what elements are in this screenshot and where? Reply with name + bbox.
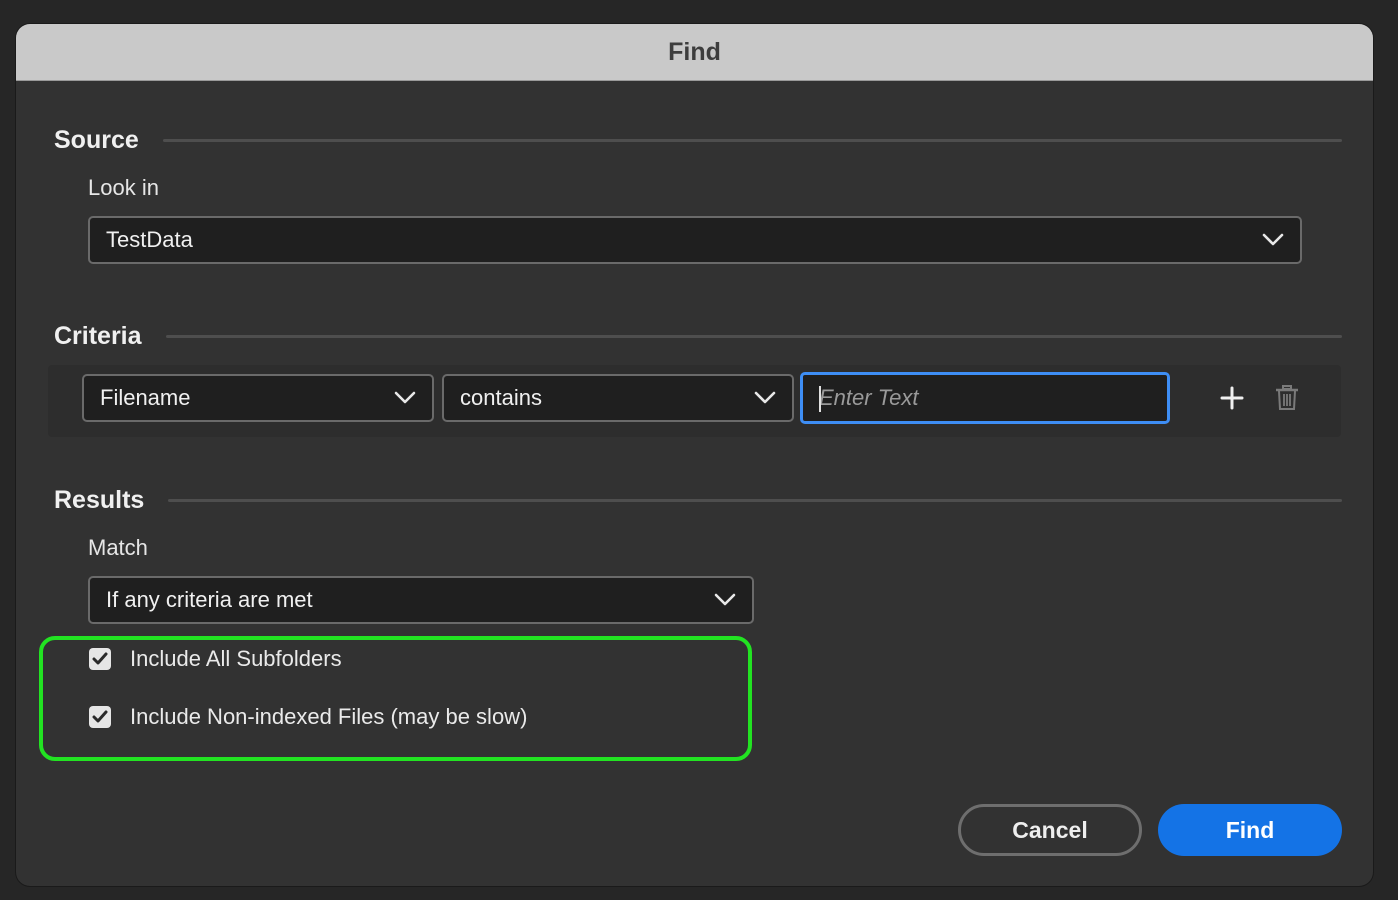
chevron-down-icon (754, 391, 776, 404)
trash-icon (1276, 385, 1298, 410)
chevron-down-icon (394, 391, 416, 404)
find-dialog: Find Source Look in TestData Criteria Fi… (16, 24, 1373, 886)
chevron-down-icon (714, 593, 736, 606)
criteria-operator-dropdown[interactable]: contains (442, 374, 794, 422)
results-section-header: Results (54, 486, 1342, 515)
add-criteria-button[interactable] (1214, 380, 1250, 416)
section-divider (168, 499, 1342, 502)
include-nonindexed-label: Include Non-indexed Files (may be slow) (130, 704, 528, 729)
look-in-dropdown[interactable]: TestData (88, 216, 1302, 264)
look-in-label: Look in (88, 175, 159, 200)
text-caret (819, 386, 821, 412)
include-nonindexed-option[interactable]: Include Non-indexed Files (may be slow) (89, 704, 527, 730)
section-divider (162, 139, 1342, 142)
find-button[interactable]: Find (1158, 804, 1342, 856)
checkmark-icon (92, 710, 108, 723)
title-bar[interactable]: Find (16, 24, 1373, 81)
include-subfolders-checkbox[interactable] (89, 648, 111, 670)
criteria-field-value: Filename (100, 385, 191, 410)
criteria-operator-value: contains (460, 385, 542, 410)
source-section-header: Source (54, 126, 1342, 155)
checkmark-icon (92, 652, 108, 665)
match-dropdown[interactable]: If any criteria are met (88, 576, 754, 624)
delete-criteria-button[interactable] (1269, 380, 1305, 416)
match-label: Match (88, 535, 148, 560)
cancel-button[interactable]: Cancel (958, 804, 1142, 856)
include-subfolders-label: Include All Subfolders (130, 646, 342, 671)
criteria-section-header: Criteria (54, 322, 1342, 351)
include-nonindexed-checkbox[interactable] (89, 706, 111, 728)
dialog-title: Find (668, 37, 721, 66)
source-heading: Source (54, 126, 139, 154)
section-divider (165, 335, 1342, 338)
results-heading: Results (54, 486, 145, 514)
criteria-text-input[interactable] (800, 372, 1170, 424)
criteria-field-dropdown[interactable]: Filename (82, 374, 434, 422)
look-in-value: TestData (106, 227, 193, 252)
include-subfolders-option[interactable]: Include All Subfolders (89, 646, 342, 672)
match-value: If any criteria are met (106, 587, 313, 612)
plus-icon (1220, 386, 1244, 410)
chevron-down-icon (1262, 233, 1284, 246)
criteria-heading: Criteria (54, 322, 142, 350)
